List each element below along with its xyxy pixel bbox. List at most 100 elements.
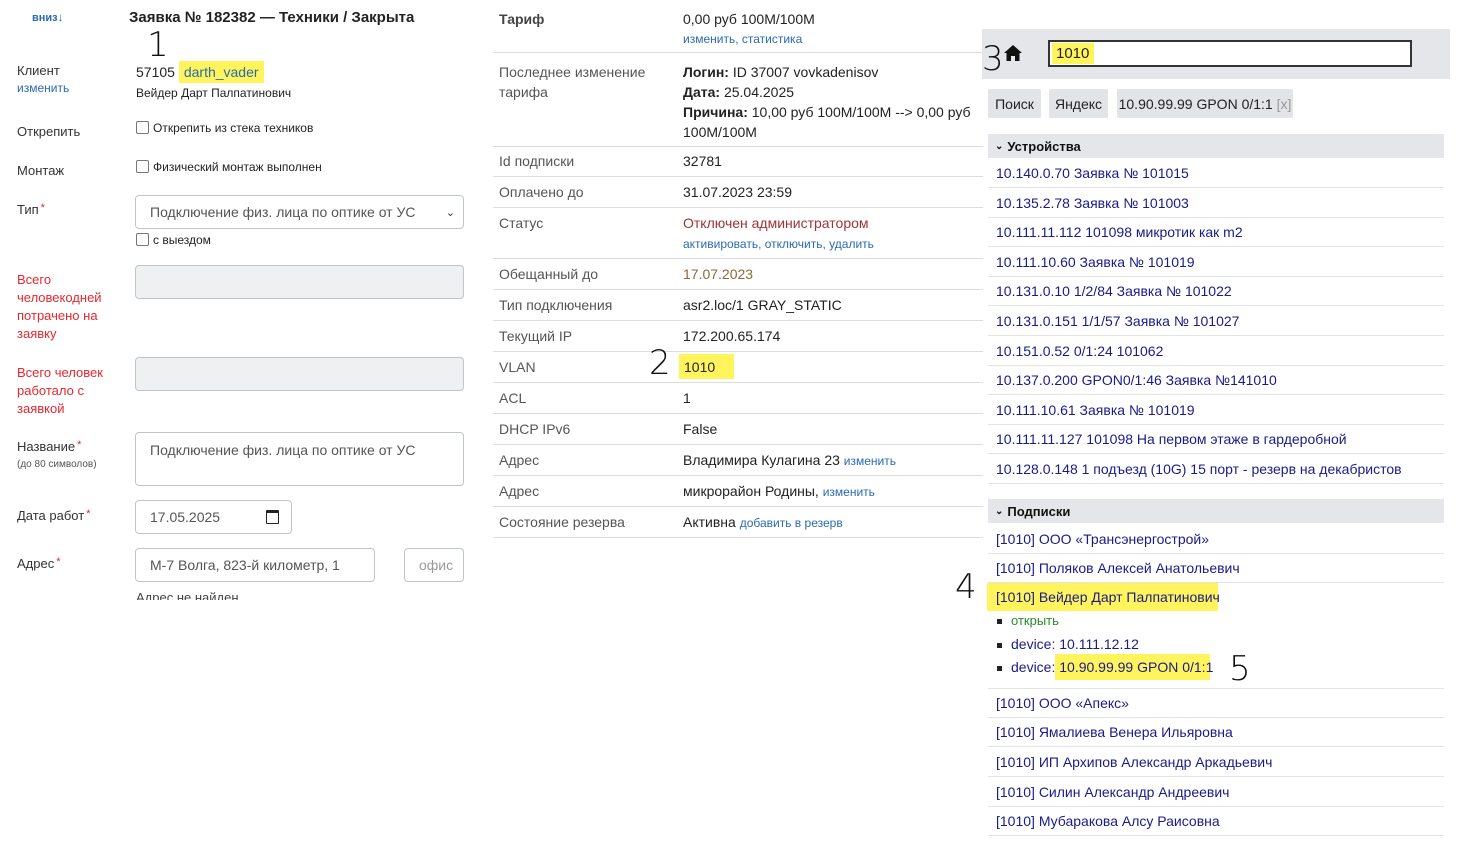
table-row: ACL 1: [493, 383, 983, 414]
addr2-label: Адрес: [499, 483, 540, 499]
chevron-down-icon: ⌄: [995, 505, 1004, 517]
tariff-value: 0,00 руб 100M/100M: [683, 11, 815, 27]
name-textarea[interactable]: Подключение физ. лица по оптике от УС: [135, 432, 464, 486]
subscription-item[interactable]: [1010] ООО «Апекс»: [988, 688, 1444, 718]
addr2-value-line: микрорайон Родины, изменить: [683, 483, 875, 499]
filter-chip-text: 10.90.99.99 GPON 0/1:1: [1118, 95, 1273, 112]
address-label-text: Адрес: [17, 556, 55, 571]
office-placeholder: офис: [419, 557, 454, 573]
subscription-item[interactable]: [1010] Силин Александр Андреевич: [988, 777, 1444, 807]
device-key: device:: [1011, 636, 1056, 652]
last-change-label: Последнее изменение тарифа: [499, 64, 646, 100]
subscription-device-item: device: 10.111.12.12: [997, 636, 1139, 652]
table-row: Состояние резерва Активна добавить в рез…: [493, 507, 983, 538]
subscription-item[interactable]: [1010] Мубаракова Алсу Раисовна: [988, 806, 1444, 836]
subscription-item-label: [1010] Силин Александр Андреевич: [996, 783, 1230, 800]
device-item-label: 10.137.0.200 GPON0/1:46 Заявка №141010: [996, 371, 1277, 388]
device1-link[interactable]: 10.111.12.12: [1059, 636, 1139, 652]
devices-section-header[interactable]: ⌄ Устройства: [988, 134, 1444, 158]
paid-label: Оплачено до: [499, 184, 584, 200]
required-mark: *: [56, 556, 61, 568]
device-item[interactable]: 10.135.2.78 Заявка № 101003: [988, 188, 1444, 218]
table-row: Id подписки 32781: [493, 146, 983, 177]
mount-option: Физический монтаж выполнен: [136, 160, 322, 174]
device2-link[interactable]: 10.90.99.99 GPON 0/1:1: [1059, 659, 1213, 675]
tariff-change-link[interactable]: изменить: [683, 32, 735, 46]
date-input[interactable]: 17.05.2025: [135, 500, 292, 534]
promised-value: 17.07.2023: [683, 266, 754, 282]
subscription-open-link[interactable]: открыть: [1011, 613, 1059, 628]
table-row: Последнее изменение тарифа Логин: ID 370…: [493, 52, 983, 147]
mount-checkbox[interactable]: [136, 160, 149, 173]
device-item[interactable]: 10.140.0.70 Заявка № 101015: [988, 158, 1444, 188]
device-item-label: 10.111.11.127 101098 На первом этаже в г…: [996, 430, 1347, 447]
tariff-stats-link[interactable]: статистика: [742, 32, 802, 46]
departure-checkbox[interactable]: [136, 233, 149, 246]
subscription-item-label: [1010] Мубаракова Алсу Раисовна: [996, 812, 1220, 829]
device-item[interactable]: 10.111.11.127 101098 На первом этаже в г…: [988, 424, 1444, 454]
reserve-label: Состояние резерва: [499, 514, 625, 530]
scroll-down-link[interactable]: вниз↓: [32, 10, 64, 24]
device-key: device:: [1011, 659, 1056, 675]
detach-checkbox-label: Открепить из стека техников: [153, 121, 314, 135]
addr1-change-link[interactable]: изменить: [844, 454, 896, 468]
date-label: Дата работ *: [17, 508, 90, 523]
subscription-item[interactable]: [1010] Ямалиева Венера Ильяровна: [988, 717, 1444, 747]
device-item[interactable]: 10.111.11.112 101098 микротик как m2: [988, 217, 1444, 247]
device-item[interactable]: 10.131.0.10 1/2/84 Заявка № 101022: [988, 276, 1444, 306]
device-item[interactable]: 10.137.0.200 GPON0/1:46 Заявка №141010: [988, 365, 1444, 395]
table-row: VLAN 1010: [493, 352, 983, 383]
tariff-label: Тариф: [499, 11, 545, 27]
client-login-link[interactable]: darth_vader: [178, 61, 264, 83]
activate-link[interactable]: активировать: [683, 237, 758, 251]
subs-section-header[interactable]: ⌄ Подписки: [988, 499, 1444, 523]
address-input[interactable]: М-7 Волга, 823-й километр, 1: [135, 548, 375, 582]
addr2-change-link[interactable]: изменить: [823, 485, 875, 499]
reason-key: Причина:: [683, 104, 748, 120]
device-item[interactable]: 10.128.0.148 1 подъезд (10G) 15 порт - р…: [988, 454, 1444, 484]
yandex-button[interactable]: Яндекс: [1049, 89, 1108, 118]
office-input[interactable]: офис: [404, 548, 464, 582]
conn-type-value: asr2.loc/1 GRAY_STATIC: [683, 297, 842, 313]
mandays-field[interactable]: [135, 265, 464, 299]
address-input-value: М-7 Волга, 823-й километр, 1: [150, 557, 340, 573]
search-button[interactable]: Поиск: [988, 89, 1041, 118]
table-row: DHCP IPv6 False: [493, 414, 983, 445]
table-row: Текущий IP 172.200.65.174: [493, 321, 983, 352]
delete-link[interactable]: удалить: [829, 237, 874, 251]
search-input[interactable]: 1010: [1048, 40, 1412, 67]
home-icon[interactable]: [1003, 44, 1023, 65]
calendar-icon[interactable]: [266, 510, 279, 524]
detach-checkbox[interactable]: [136, 121, 149, 134]
subscription-item[interactable]: [1010] ИП Архипов Александр Аркадьевич: [988, 747, 1444, 777]
device-item[interactable]: 10.111.10.60 Заявка № 101019: [988, 247, 1444, 277]
name-label: Название *: [17, 439, 81, 454]
promised-label: Обещанный до: [499, 266, 599, 282]
addr1-value-line: Владимира Кулагина 23 изменить: [683, 452, 896, 468]
required-mark: *: [86, 508, 91, 520]
chip-close-icon[interactable]: [x]: [1277, 96, 1292, 112]
filter-chip[interactable]: 10.90.99.99 GPON 0/1:1 [x]: [1117, 89, 1293, 118]
name-textarea-value: Подключение физ. лица по оптике от УС: [150, 442, 416, 458]
subscription-item-highlighted[interactable]: [1010] Вейдер Дарт Палпатинович: [996, 589, 1220, 605]
reserve-add-link[interactable]: добавить в резерв: [740, 516, 843, 530]
tariff-links: изменить, статистика: [683, 32, 803, 46]
disable-link[interactable]: отключить: [765, 237, 823, 251]
client-change-link[interactable]: изменить: [17, 81, 69, 95]
subscription-item[interactable]: [1010] Поляков Алексей Анатольевич: [988, 553, 1444, 583]
mandays-label: Всего человекодней потрачено на заявку: [17, 272, 102, 341]
detach-label: Открепить: [17, 124, 81, 139]
subscription-item[interactable]: [1010] ООО «Трансэнергострой»: [988, 524, 1444, 554]
status-value: Отключен администратором: [683, 215, 869, 231]
device-item-label: 10.111.10.60 Заявка № 101019: [996, 253, 1195, 270]
device-item[interactable]: 10.111.10.61 Заявка № 101019: [988, 395, 1444, 425]
departure-option: с выездом: [136, 233, 211, 247]
device-item[interactable]: 10.151.0.52 0/1:24 101062: [988, 336, 1444, 366]
people-field[interactable]: [135, 357, 464, 391]
type-select[interactable]: Подключение физ. лица по оптике от УС ⌄: [135, 195, 464, 229]
login-line: Логин: ID 37007 vovkadenisov: [683, 62, 981, 82]
table-row: Статус Отключен администратором активиро…: [493, 208, 983, 259]
device-item[interactable]: 10.131.0.151 1/1/57 Заявка № 101027: [988, 306, 1444, 336]
type-select-value: Подключение физ. лица по оптике от УС: [150, 204, 416, 220]
ip-label: Текущий IP: [499, 328, 573, 344]
